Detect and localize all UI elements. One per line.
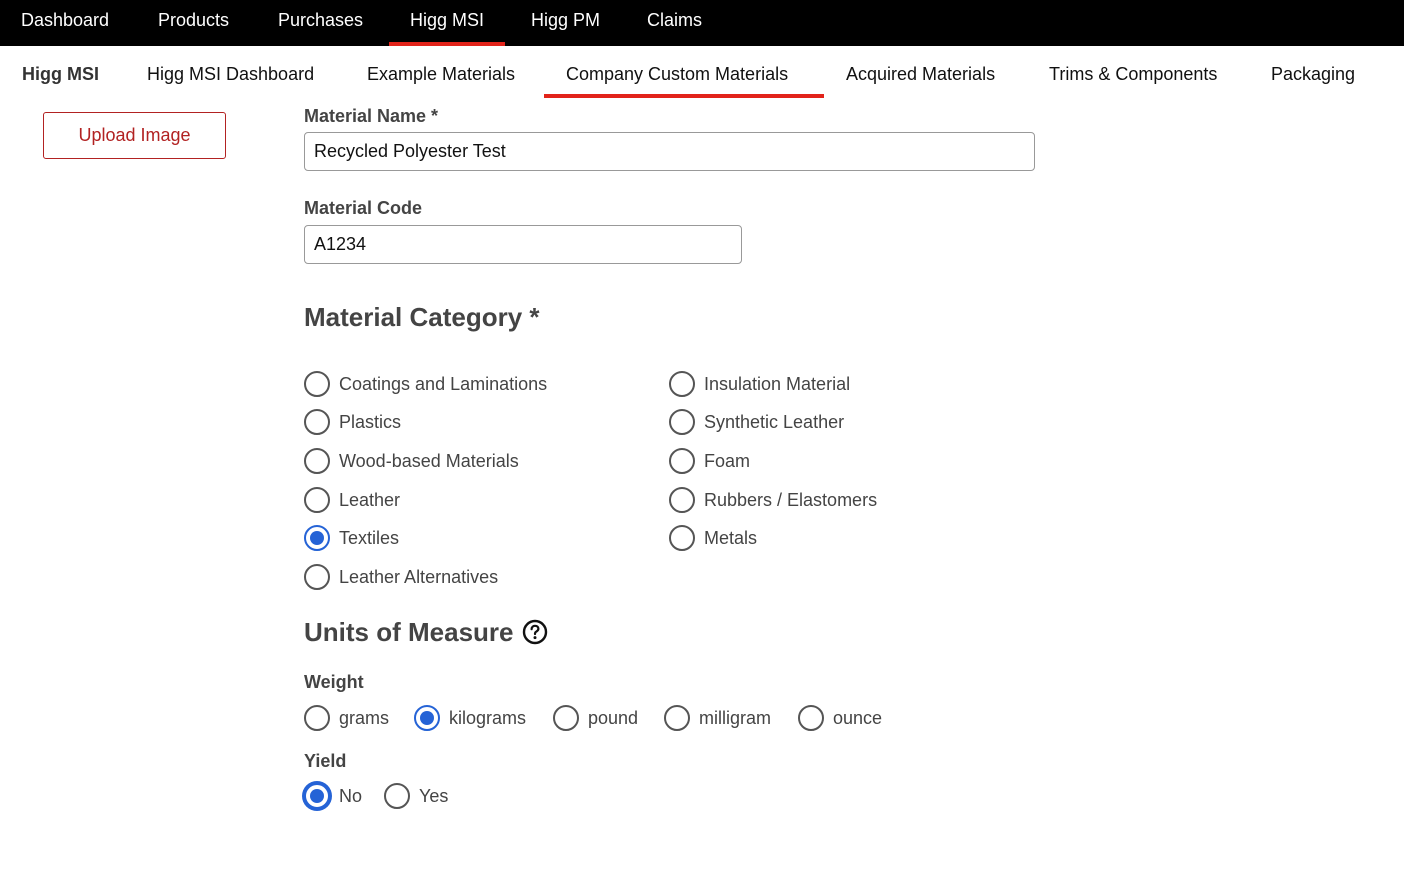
radio-button[interactable] [669, 409, 695, 435]
sub-nav-acquired-materials[interactable]: Acquired Materials [846, 60, 995, 100]
radio-button-selected[interactable] [304, 783, 330, 809]
category-option-label: Metals [704, 527, 758, 548]
radio-button[interactable] [669, 525, 695, 551]
material-code-input[interactable] [304, 225, 742, 264]
weight-option-label: milligram [699, 707, 771, 728]
top-nav-higg-pm[interactable]: Higg PM [531, 0, 600, 46]
top-nav-claims[interactable]: Claims [647, 0, 702, 46]
radio-button-selected[interactable] [304, 525, 330, 551]
category-option-leather[interactable]: Leather [304, 486, 400, 514]
weight-option-label: kilograms [449, 707, 527, 728]
top-nav-dashboard[interactable]: Dashboard [21, 0, 109, 46]
material-name-input[interactable] [304, 132, 1035, 171]
material-code-label: Material Code [304, 198, 423, 218]
weight-option-ounce[interactable]: ounce [798, 704, 882, 732]
radio-button[interactable] [304, 409, 330, 435]
radio-button[interactable] [669, 487, 695, 513]
top-nav-higg-msi[interactable]: Higg MSI [388, 0, 506, 46]
category-option-insulation[interactable]: Insulation Material [669, 370, 850, 398]
weight-option-label: ounce [833, 707, 883, 728]
weight-label: Weight [304, 672, 364, 692]
radio-button[interactable] [798, 705, 824, 731]
weight-option-milligram[interactable]: milligram [664, 704, 771, 732]
radio-button[interactable] [664, 705, 690, 731]
sub-nav-brand: Higg MSI [22, 64, 99, 84]
radio-button[interactable] [304, 448, 330, 474]
category-option-textiles[interactable]: Textiles [304, 524, 399, 552]
radio-button[interactable] [669, 371, 695, 397]
weight-option-grams[interactable]: grams [304, 704, 389, 732]
category-option-coatings[interactable]: Coatings and Laminations [304, 370, 547, 398]
category-option-label: Textiles [339, 527, 400, 548]
category-option-label: Leather Alternatives [339, 566, 499, 587]
yield-option-yes[interactable]: Yes [384, 782, 448, 810]
radio-button[interactable] [304, 487, 330, 513]
category-option-plastics[interactable]: Plastics [304, 408, 401, 436]
category-option-foam[interactable]: Foam [669, 447, 750, 475]
category-option-label: Insulation Material [704, 373, 851, 394]
weight-option-pound[interactable]: pound [553, 704, 638, 732]
yield-option-no[interactable]: No [304, 782, 362, 810]
radio-button[interactable] [384, 783, 410, 809]
yield-label: Yield [304, 751, 347, 771]
sub-nav-trims-components[interactable]: Trims & Components [1049, 60, 1217, 100]
category-option-label: Rubbers / Elastomers [704, 489, 878, 510]
yield-option-label: No [339, 785, 363, 806]
weight-option-kilograms[interactable]: kilograms [414, 704, 526, 732]
category-option-wood[interactable]: Wood-based Materials [304, 447, 519, 475]
material-name-label: Material Name * [304, 106, 439, 126]
top-nav: Dashboard Products Purchases Higg MSI Hi… [0, 0, 1404, 46]
radio-button[interactable] [669, 448, 695, 474]
radio-button[interactable] [304, 371, 330, 397]
radio-button[interactable] [304, 705, 330, 731]
category-option-label: Synthetic Leather [704, 411, 845, 432]
category-option-synthetic-leather[interactable]: Synthetic Leather [669, 408, 844, 436]
radio-button[interactable] [553, 705, 579, 731]
sub-nav-example-materials[interactable]: Example Materials [367, 60, 515, 100]
yield-option-label: Yes [419, 785, 449, 806]
units-of-measure-heading: Units of Measure [304, 617, 514, 647]
top-nav-products[interactable]: Products [158, 0, 229, 46]
category-option-label: Coatings and Laminations [339, 373, 548, 394]
weight-option-label: pound [588, 707, 639, 728]
question-circle-icon[interactable] [522, 619, 548, 645]
top-nav-purchases[interactable]: Purchases [278, 0, 363, 46]
upload-image-button[interactable]: Upload Image [43, 112, 226, 159]
category-option-leather-alternatives[interactable]: Leather Alternatives [304, 563, 498, 591]
category-option-metals[interactable]: Metals [669, 524, 757, 552]
category-option-label: Plastics [339, 411, 402, 432]
category-option-rubbers[interactable]: Rubbers / Elastomers [669, 486, 877, 514]
radio-button[interactable] [304, 564, 330, 590]
sub-nav-packaging[interactable]: Packaging [1271, 60, 1355, 100]
category-option-label: Wood-based Materials [339, 450, 519, 471]
sub-nav-higg-msi-dashboard[interactable]: Higg MSI Dashboard [147, 60, 314, 100]
radio-button-selected[interactable] [414, 705, 440, 731]
weight-option-label: grams [339, 707, 390, 728]
category-option-label: Foam [704, 450, 751, 471]
material-category-heading: Material Category * [304, 302, 540, 332]
sub-nav-active-indicator [544, 94, 824, 98]
category-option-label: Leather [339, 489, 401, 510]
